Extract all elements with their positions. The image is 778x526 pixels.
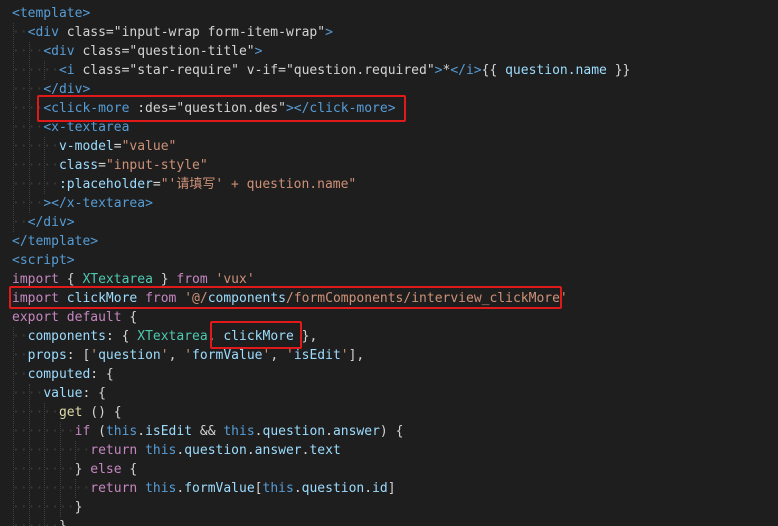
indent-guide [44, 403, 46, 526]
code-line[interactable]: import { XTextarea } from 'vux' [12, 270, 255, 289]
indent-guide [13, 23, 14, 232]
code-line[interactable]: ····</div> [12, 80, 90, 99]
indent-guide [44, 137, 46, 194]
code-line[interactable]: ··</div> [12, 213, 75, 232]
code-line[interactable]: ··components: { XTextarea, clickMore }, [12, 327, 317, 346]
code-line[interactable]: ····<x-textarea [12, 118, 129, 137]
code-line[interactable]: ····value: { [12, 384, 106, 403]
code-line[interactable]: ····></x-textarea> [12, 194, 153, 213]
code-line[interactable]: export default { [12, 308, 137, 327]
code-line[interactable]: ··computed: { [12, 365, 114, 384]
code-line[interactable]: ········} else { [12, 460, 137, 479]
indent-guide [13, 327, 14, 526]
code-line[interactable]: ······:placeholder="'请填写' + question.nam… [12, 175, 356, 194]
code-line[interactable]: import clickMore from '@/components/form… [12, 289, 568, 308]
indent-guide [75, 479, 77, 498]
indent-guide [28, 384, 30, 526]
code-editor[interactable]: <template> ··<div class="input-wrap form… [0, 0, 778, 526]
code-line[interactable]: ··<div class="input-wrap form-item-wrap"… [12, 23, 333, 42]
code-line[interactable]: ········} [12, 498, 82, 517]
code-line[interactable]: ······class="input-style" [12, 156, 208, 175]
code-line[interactable]: ··········return this.formValue[this.que… [12, 479, 396, 498]
code-line[interactable]: ······} [12, 517, 67, 526]
code-line[interactable]: ··········return this.question.answer.te… [12, 441, 341, 460]
code-line[interactable]: ····<div class="question-title"> [12, 42, 262, 61]
indent-guide [44, 61, 46, 80]
code-line[interactable]: ··props: ['question', 'formValue', 'isEd… [12, 346, 364, 365]
code-line[interactable]: <template> [12, 4, 90, 23]
code-line[interactable]: </template> [12, 232, 98, 251]
code-line[interactable]: <script> [12, 251, 75, 270]
code-line[interactable]: ······<i class="star-require" v-if="ques… [12, 61, 630, 80]
indent-guide [75, 441, 77, 460]
indent-guide [28, 42, 30, 213]
code-line[interactable]: ······v-model="value" [12, 137, 176, 156]
code-line[interactable]: ········if (this.isEdit && this.question… [12, 422, 403, 441]
code-line[interactable]: ····<click-more :des="question.des"></cl… [12, 99, 396, 118]
indent-guide [59, 422, 61, 517]
